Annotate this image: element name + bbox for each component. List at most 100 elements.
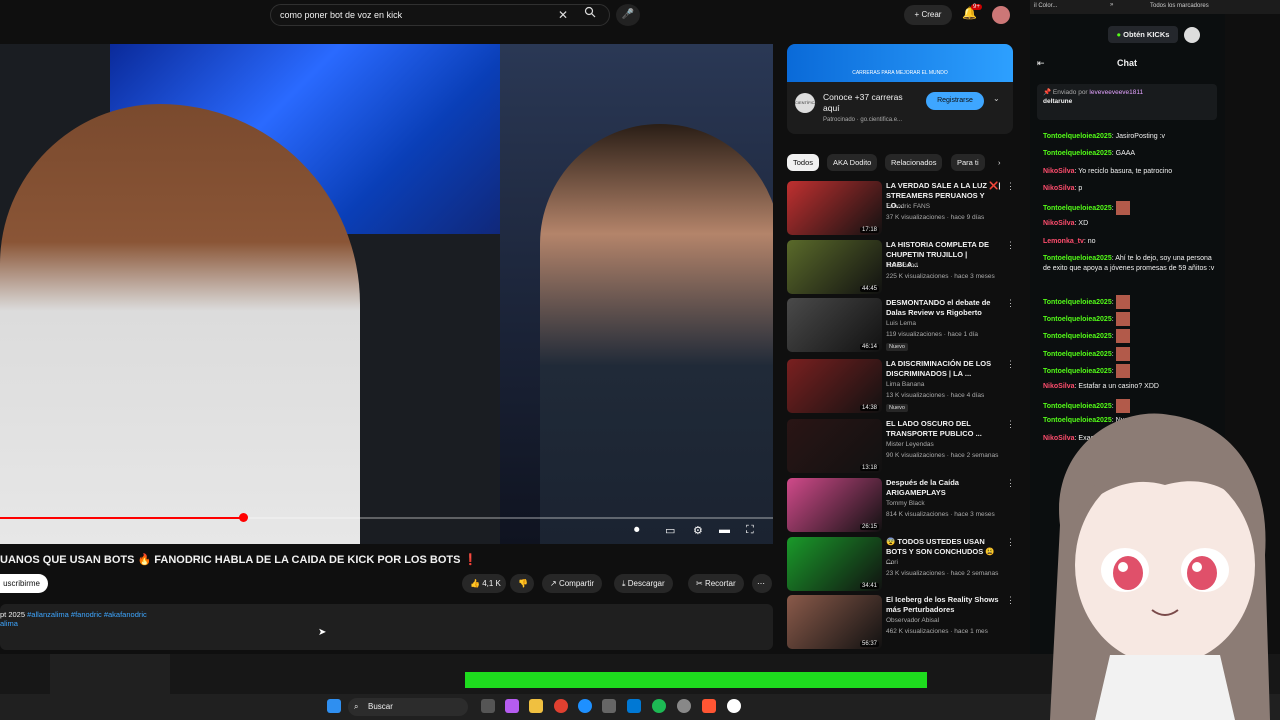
video-title[interactable]: LA DISCRIMINACIÓN DE LOS DISCRIMINADOS |… bbox=[886, 359, 1001, 379]
description-tags[interactable]: #allanzalima #fanodric #akafanodric bbox=[27, 610, 147, 619]
chip-para-ti[interactable]: Para ti bbox=[951, 154, 985, 171]
theater-mode-icon[interactable]: ▬ bbox=[719, 524, 730, 536]
profile-icon[interactable] bbox=[1184, 27, 1200, 43]
chat-username[interactable]: NikoSilva bbox=[1043, 185, 1075, 192]
chip-aka-dodito[interactable]: AKA Dodito bbox=[827, 154, 878, 171]
avatar[interactable] bbox=[992, 6, 1010, 24]
app-icon[interactable] bbox=[727, 699, 741, 713]
more-options-icon[interactable]: ⋮ bbox=[1006, 298, 1015, 309]
chat-username[interactable]: NikoSilva bbox=[1043, 168, 1075, 175]
more-options-icon[interactable]: ⋮ bbox=[1006, 181, 1015, 192]
dislike-button[interactable]: 👎 bbox=[510, 574, 534, 593]
app-icon[interactable] bbox=[677, 699, 691, 713]
channel-name[interactable]: Fanodric FANS bbox=[886, 203, 930, 210]
channel-name[interactable]: Tommy Black bbox=[886, 500, 925, 507]
more-options-icon[interactable]: ⋮ bbox=[1006, 240, 1015, 251]
clip-button[interactable]: ✂ Recortar bbox=[688, 574, 744, 593]
more-options-icon[interactable]: ⋮ bbox=[1006, 419, 1015, 430]
channel-name[interactable]: Mister Leyendas bbox=[886, 441, 934, 448]
chrome-icon[interactable] bbox=[554, 699, 568, 713]
outlook-icon[interactable] bbox=[627, 699, 641, 713]
ad-banner[interactable]: CARRERAS PARA MEJORAR EL MUNDO bbox=[787, 44, 1013, 82]
subtitles-icon[interactable]: ▭ bbox=[665, 524, 675, 537]
spotify-icon[interactable] bbox=[652, 699, 666, 713]
recommendation-item[interactable]: 46:14 DESMONTANDO el debate de Dalas Revi… bbox=[787, 298, 1027, 356]
video-title[interactable]: EL LADO OSCURO DEL TRANSPORTE PUBLICO ..… bbox=[886, 419, 1001, 439]
recommendation-item[interactable]: 56:37 El Iceberg de los Reality Shows más… bbox=[787, 595, 1027, 653]
recommendation-item[interactable]: 14:38 LA DISCRIMINACIÓN DE LOS DISCRIMINA… bbox=[787, 359, 1027, 417]
video-title[interactable]: 😨 TODOS USTEDES USAN BOTS Y SON CONCHUDO… bbox=[886, 537, 1001, 567]
settings-gear-icon[interactable]: ⚙ bbox=[693, 524, 703, 537]
chat-username[interactable]: Tontoelqueloiea2025 bbox=[1043, 205, 1112, 212]
search-icon[interactable] bbox=[578, 4, 602, 26]
chip-todos[interactable]: Todos bbox=[787, 154, 820, 171]
microphone-icon[interactable]: 🎤 bbox=[616, 4, 640, 26]
download-button[interactable]: ⤓ Descargar bbox=[614, 574, 673, 593]
chip-relacionados[interactable]: Relacionados bbox=[885, 154, 943, 171]
more-actions-button[interactable]: ⋯ bbox=[752, 574, 772, 593]
video-thumbnail[interactable]: 14:38 bbox=[787, 359, 882, 413]
recommendation-item[interactable]: 26:15 Después de la Caída ARIGAMEPLAYS Tom… bbox=[787, 478, 1027, 536]
edge-icon[interactable] bbox=[578, 699, 592, 713]
chat-username[interactable]: Tontoelqueloiea2025 bbox=[1043, 368, 1112, 375]
video-thumbnail[interactable]: 26:15 bbox=[787, 478, 882, 532]
video-title[interactable]: DESMONTANDO el debate de Dalas Review vs… bbox=[886, 298, 1001, 318]
chevron-down-icon[interactable]: ⌄ bbox=[993, 94, 1000, 103]
chevron-right-icon[interactable]: › bbox=[992, 154, 1007, 171]
video-thumbnail[interactable]: 17:18 bbox=[787, 181, 882, 235]
recommendation-item[interactable]: 13:18 EL LADO OSCURO DEL TRANSPORTE PUBLI… bbox=[787, 419, 1027, 477]
browser-tab[interactable]: il Color... bbox=[1034, 3, 1057, 9]
video-thumbnail[interactable]: 46:14 bbox=[787, 298, 882, 352]
chat-username[interactable]: Tontoelqueloiea2025 bbox=[1043, 351, 1112, 358]
bookmarks-folder[interactable]: Todos los marcadores bbox=[1150, 3, 1209, 9]
pinned-message[interactable]: 📌 Enviado por leveveeveeve1811 deltarune bbox=[1037, 84, 1217, 120]
video-title[interactable]: El Iceberg de los Reality Shows más Pert… bbox=[886, 595, 1001, 615]
description-tag[interactable]: alima bbox=[0, 619, 773, 628]
close-icon[interactable]: ✕ bbox=[554, 4, 572, 26]
video-thumbnail[interactable]: 34:41 bbox=[787, 537, 882, 591]
channel-name[interactable]: Observador Abisal bbox=[886, 617, 939, 624]
recommendation-item[interactable]: 17:18 LA VERDAD SALE A LA LUZ ❌| STREAMER… bbox=[787, 181, 1027, 239]
channel-name[interactable]: Luis Lema bbox=[886, 320, 916, 327]
chat-username[interactable]: Tontoelqueloiea2025 bbox=[1043, 150, 1112, 157]
more-options-icon[interactable]: ⋮ bbox=[1006, 359, 1015, 370]
chat-username[interactable]: Tontoelqueloiea2025 bbox=[1043, 333, 1112, 340]
windows-start-icon[interactable] bbox=[327, 699, 341, 713]
ad-title[interactable]: Conoce +37 carreras aquí bbox=[823, 92, 913, 114]
get-kicks-button[interactable]: ● Obtén KICKs bbox=[1108, 26, 1178, 43]
share-button[interactable]: ↗ Compartir bbox=[542, 574, 603, 593]
like-button[interactable]: 👍 4,1 K bbox=[462, 574, 506, 593]
video-thumbnail[interactable]: 13:18 bbox=[787, 419, 882, 473]
pinned-user[interactable]: leveveeveeve1811 bbox=[1089, 89, 1143, 96]
chat-username[interactable]: Tontoelqueloiea2025 bbox=[1043, 316, 1112, 323]
store-icon[interactable] bbox=[602, 699, 616, 713]
more-options-icon[interactable]: ⋮ bbox=[1006, 478, 1015, 489]
task-view-icon[interactable] bbox=[481, 699, 495, 713]
register-button[interactable]: Registrarse bbox=[926, 92, 984, 110]
description-box[interactable]: pt 2025 #allanzalima #fanodric #akafanod… bbox=[0, 604, 773, 650]
video-title[interactable]: Después de la Caída ARIGAMEPLAYS bbox=[886, 478, 1001, 498]
chevrons-icon[interactable]: » bbox=[1110, 2, 1113, 8]
file-explorer-icon[interactable] bbox=[529, 699, 543, 713]
fullscreen-icon[interactable]: ⛶ bbox=[746, 524, 754, 537]
video-player[interactable] bbox=[0, 44, 773, 544]
brave-icon[interactable] bbox=[702, 699, 716, 713]
subscribe-button[interactable]: uscribirme bbox=[0, 574, 48, 593]
autoplay-toggle[interactable]: ⏺ bbox=[634, 524, 640, 537]
copilot-icon[interactable] bbox=[505, 699, 519, 713]
chat-username[interactable]: NikoSilva bbox=[1043, 220, 1075, 227]
chat-username[interactable]: NikoSilva bbox=[1043, 383, 1075, 390]
chat-username[interactable]: Tontoelqueloiea2025 bbox=[1043, 133, 1112, 140]
more-options-icon[interactable]: ⋮ bbox=[1006, 537, 1015, 548]
channel-name[interactable]: Cori bbox=[886, 559, 898, 566]
video-thumbnail[interactable]: 56:37 bbox=[787, 595, 882, 649]
more-options-icon[interactable]: ⋮ bbox=[1006, 595, 1015, 606]
channel-name[interactable]: Lima Banana bbox=[886, 381, 924, 388]
taskbar-search[interactable]: ⌕ Buscar bbox=[348, 698, 468, 716]
spreadsheet-window[interactable] bbox=[50, 654, 170, 694]
recommendation-item[interactable]: 44:45 LA HISTORIA COMPLETA DE CHUPETIN TR… bbox=[787, 240, 1027, 298]
video-thumbnail[interactable]: 44:45 bbox=[787, 240, 882, 294]
channel-name[interactable]: Todo Good bbox=[886, 262, 918, 269]
create-button[interactable]: + Crear bbox=[904, 5, 952, 25]
sponsored-ad[interactable]: CARRERAS PARA MEJORAR EL MUNDO CIENTÍFIC… bbox=[787, 44, 1013, 134]
